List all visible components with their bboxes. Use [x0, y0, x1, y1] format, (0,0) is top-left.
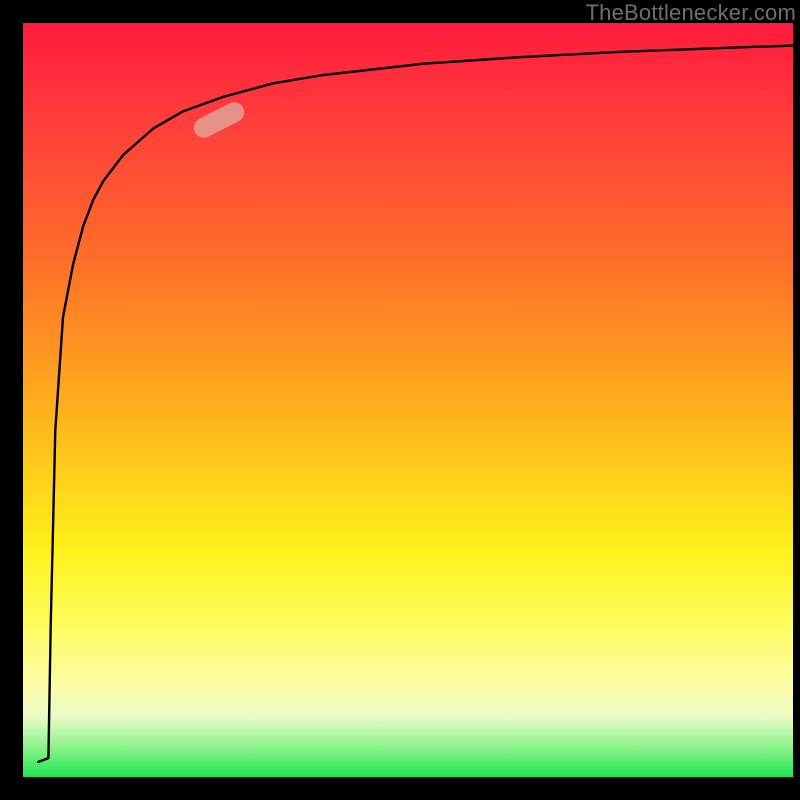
chart-frame: TheBottlenecker.com	[0, 0, 800, 800]
bottleneck-curve	[23, 23, 793, 777]
watermark-text: TheBottlenecker.com	[586, 0, 796, 26]
highlight-marker	[191, 98, 248, 140]
plot-area	[23, 23, 793, 777]
